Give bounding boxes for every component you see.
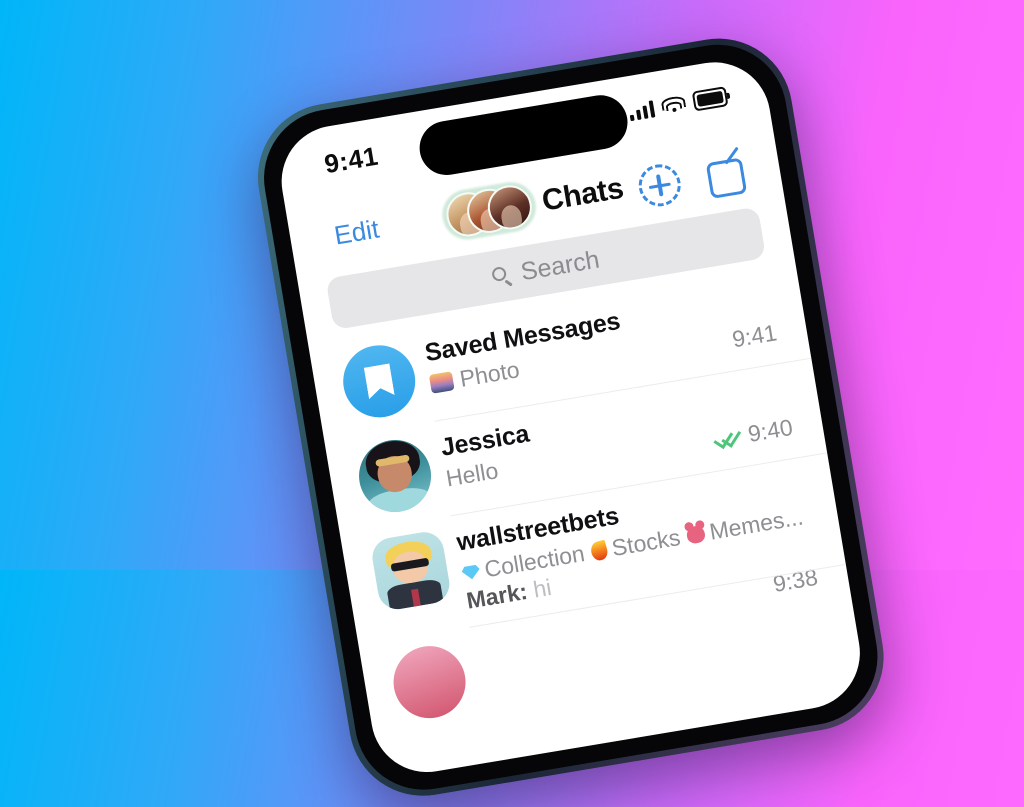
chat-time: 9:40 — [746, 413, 795, 447]
phone-screen: 9:41 Edit Chats Search Saved Messages Ph… — [273, 53, 869, 781]
search-placeholder: Search — [518, 245, 602, 286]
plus-circle-dashed-icon[interactable] — [635, 161, 684, 210]
phone-mockup-stage: 9:41 Edit Chats Search Saved Messages Ph… — [0, 0, 1024, 807]
page-title: Chats — [539, 171, 626, 218]
edit-button[interactable]: Edit — [332, 214, 381, 252]
chat-list: Saved Messages Photo 9:41 Jessica Hello … — [308, 263, 859, 728]
avatar — [369, 529, 453, 613]
status-indicators — [627, 86, 729, 122]
avatar — [353, 434, 437, 518]
chat-preview-text: Photo — [457, 356, 522, 392]
story-avatars-group[interactable] — [438, 178, 540, 244]
nav-center-group: Chats — [438, 167, 627, 244]
search-icon — [490, 265, 513, 287]
chat-preview-text: Hello — [444, 457, 501, 492]
status-time: 9:41 — [322, 140, 381, 180]
photo-thumbnail-icon — [428, 371, 455, 394]
phone-bezel: 9:41 Edit Chats Search Saved Messages Ph… — [253, 34, 888, 801]
compose-pencil-square-icon[interactable] — [703, 146, 749, 199]
meme-face-icon — [685, 524, 707, 545]
message-text: hi — [531, 573, 554, 603]
battery-full-icon — [691, 86, 729, 112]
double-check-icon — [713, 425, 742, 449]
fire-icon — [588, 539, 610, 563]
wifi-icon — [660, 94, 687, 115]
avatar — [388, 640, 472, 724]
nav-actions — [635, 146, 749, 210]
iphone-device: 9:41 Edit Chats Search Saved Messages Ph… — [246, 27, 895, 807]
chat-meta: 9:41 — [730, 319, 779, 353]
cellular-signal-icon — [627, 99, 656, 121]
chat-time: 9:41 — [730, 319, 779, 353]
gem-icon — [461, 564, 481, 581]
saved-messages-bookmark-icon — [337, 339, 421, 423]
